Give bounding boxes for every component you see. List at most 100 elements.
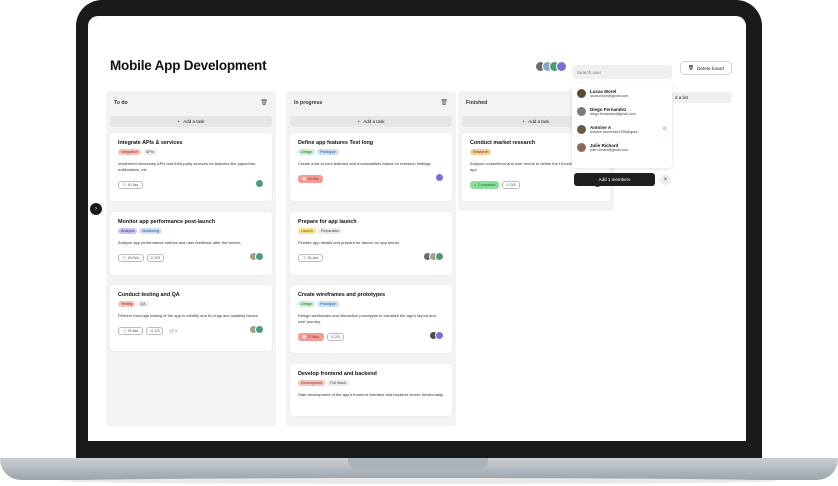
user-dropdown: Lucas Morel lucas.morel@gmail.com Diego Fe… [572, 84, 672, 168]
task-description: Perform thorough testing of the app to i… [118, 313, 259, 318]
tag-badge: Design [298, 301, 316, 307]
task-footer: 🕓 31 Jan. [298, 252, 444, 262]
task-description: Implement necessary APIs and third-party… [118, 161, 257, 172]
avatar [577, 88, 586, 98]
checklist-badge: ☑ 2/3 [326, 333, 344, 341]
task-title: Integrate APIs & services [118, 140, 183, 146]
chevron-right-icon[interactable]: › [90, 203, 102, 215]
task-tags: Analysis Monitoring [118, 228, 264, 234]
assignee-avatars[interactable] [435, 173, 444, 182]
search-user-input[interactable] [572, 65, 672, 79]
task-card[interactable]: Develop frontend and backend Development F… [290, 364, 452, 416]
task-card[interactable]: Define app features Test long Design Proto… [290, 133, 452, 201]
task-title: Prepare for app launch [298, 219, 357, 225]
avatar [255, 179, 264, 188]
task-description: Create a list of core features and funct… [298, 161, 432, 166]
avatar [577, 142, 586, 152]
assignee-avatars[interactable] [423, 252, 444, 261]
task-title: Conduct testing and QA [118, 292, 180, 298]
trash-icon: 🗑 [688, 65, 695, 70]
column-todo: To do 🗑 + Add a task Integrate APIs & ser… [106, 91, 276, 426]
task-tags: Development Full Stack [298, 380, 444, 386]
tag-badge: QA [137, 301, 149, 307]
assignee-avatars[interactable] [429, 331, 444, 340]
assignee-avatars[interactable] [249, 252, 264, 261]
assignee-avatars[interactable] [255, 179, 264, 188]
plus-icon: + [177, 119, 181, 124]
task-card[interactable]: Prepare for app launch Launch Preparation F… [290, 212, 452, 275]
tag-badge: Preparation [317, 228, 343, 234]
add-task-label: Add a task [528, 119, 550, 124]
member-avatar [556, 61, 567, 72]
user-email: antoine.amoresse1996@gma... [590, 129, 641, 134]
task-card[interactable]: Monitor app performance post-launch Analy… [110, 212, 272, 275]
page-title: Mobile App Development [110, 58, 267, 73]
column-title: To do [114, 100, 128, 106]
avatar [577, 124, 586, 134]
tag-badge: Analysis [118, 228, 138, 234]
tag-badge: Prototype [317, 149, 339, 155]
user-option[interactable]: Julie Richard julie.richard@gmail.com [572, 138, 672, 156]
comment-count: 💬 1 [166, 328, 180, 334]
task-footer: 🕓 15 Oct. [298, 173, 444, 183]
task-title: Monitor app performance post-launch [118, 219, 216, 225]
tag-badge: Research [470, 149, 492, 155]
avatar [435, 252, 444, 261]
user-option[interactable]: Diego Fernandez diego.fernandez@gmail.com [572, 102, 672, 120]
column-title: Finished [466, 100, 488, 106]
avatar [435, 173, 444, 182]
due-date-badge: 🕓 20 Jan. [118, 327, 144, 335]
tag-badge: Design [298, 149, 316, 155]
task-description: Design wireframes and interactive protot… [298, 313, 436, 324]
tag-badge: Testing [118, 301, 136, 307]
task-card[interactable]: Conduct testing and QA Testing QA Perform t… [110, 285, 272, 351]
user-option[interactable]: Antoine Aantoine.amoresse1996@gma... ⊙ [572, 120, 672, 138]
add-list-button[interactable]: d a list [672, 92, 732, 103]
task-footer: 🕓 10 Jan. [118, 179, 264, 189]
delete-board-button[interactable]: 🗑 Delete board [680, 61, 732, 75]
checklist-badge: ☑ 1/3 [146, 327, 164, 335]
task-footer: 🕓 20 Jan. ☑ 1/3 💬 1 [118, 325, 264, 335]
trash-icon[interactable]: 🗑 [260, 99, 268, 106]
trash-icon[interactable]: 🗑 [440, 99, 448, 106]
due-date-badge: 🕓 15 Feb. [118, 254, 144, 262]
column-in-progress: In progress 🗑 + Add a task Define app fea… [286, 91, 456, 426]
add-members-button[interactable]: Add 1 members [574, 173, 655, 186]
task-footer: 🕓 15 Feb. ☑ 0/3 [118, 252, 264, 262]
task-tags: Testing QA [118, 301, 264, 307]
assignee-avatars[interactable] [249, 325, 264, 334]
due-date-badge: 🕓 31 Jan. [298, 254, 324, 262]
checklist-badge: ☑ 3/3 [502, 181, 520, 189]
task-footer: 🕓 27 Nov. ☑ 2/3 [298, 331, 444, 341]
user-email: julie.richard@gmail.com [590, 147, 629, 152]
tag-badge: APIs [142, 149, 157, 155]
avatar [255, 252, 264, 261]
task-title: Define app features Test long [298, 140, 374, 146]
due-date-badge: 🕓 27 Nov. [298, 333, 324, 341]
task-card[interactable]: Create wireframes and prototypes Design Pr… [290, 285, 452, 353]
checklist-badge: ☑ 0/3 [146, 254, 164, 262]
check-icon: ⊙ [662, 126, 667, 132]
user-email: lucas.morel@gmail.com [590, 93, 629, 98]
add-task-button[interactable]: + Add a task [290, 116, 452, 127]
avatar [255, 325, 264, 334]
task-description: Start development of the app's frontend … [298, 392, 444, 397]
add-task-button[interactable]: + Add a task [110, 116, 272, 127]
board-members[interactable] [535, 61, 567, 72]
task-description: Analyze app performance metrics and user… [118, 240, 242, 245]
user-email: diego.fernandez@gmail.com [590, 111, 636, 116]
laptop-shadow [60, 478, 778, 484]
close-icon[interactable]: × [660, 174, 671, 185]
tag-badge: Development [298, 380, 326, 386]
plus-icon: + [522, 119, 526, 124]
delete-board-label: Delete board [697, 65, 724, 71]
tag-badge: Prototype [317, 301, 339, 307]
task-card[interactable]: Integrate APIs & services Integration APIs… [110, 133, 272, 201]
task-tags: Design Prototype [298, 301, 444, 307]
user-option[interactable]: Lucas Morel lucas.morel@gmail.com [572, 84, 672, 102]
add-task-label: Add a task [183, 119, 205, 124]
tag-badge: Integration [118, 149, 141, 155]
status-badge: ✓ Completed [470, 181, 500, 189]
app-screen: Mobile App Development 🗑 Delete board To… [88, 16, 746, 441]
avatar [577, 106, 586, 116]
